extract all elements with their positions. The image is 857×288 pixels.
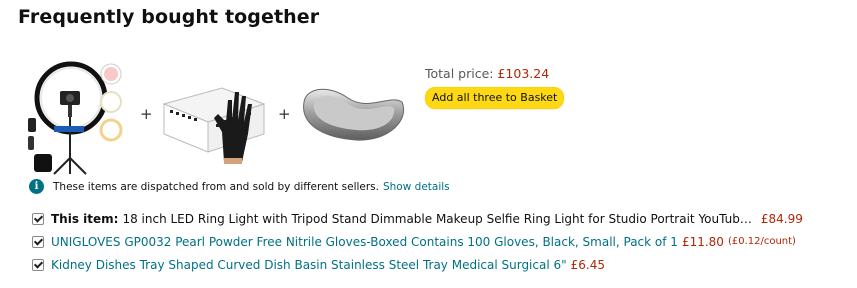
item-checkbox[interactable] [32, 258, 44, 271]
this-item-label: This item: [51, 211, 119, 226]
product-images: + + [26, 58, 426, 178]
section-title: Frequently bought together [18, 6, 320, 28]
bundle-item: This item: 18 inch LED Ring Light with T… [32, 207, 803, 230]
item-price: £84.99 [760, 211, 803, 226]
item-checkbox[interactable] [32, 212, 44, 225]
item-checkbox[interactable] [32, 235, 44, 248]
item-title-link[interactable]: UNIGLOVES GP0032 Pearl Powder Free Nitri… [51, 235, 678, 249]
sellers-notice: i These items are dispatched from and so… [29, 179, 450, 194]
total-price-value: £103.24 [497, 66, 550, 81]
product-image-ring-light[interactable] [26, 58, 130, 176]
plus-icon: + [278, 105, 291, 123]
item-price: £6.45 [570, 257, 606, 272]
sellers-notice-text: These items are dispatched from and sold… [53, 180, 379, 193]
info-icon: i [29, 179, 44, 194]
add-all-to-basket-button[interactable]: Add all three to Basket [425, 87, 565, 109]
total-price-label: Total price: [425, 66, 494, 81]
bundle-item-list: This item: 18 inch LED Ring Light with T… [32, 207, 803, 276]
bundle-item: Kidney Dishes Tray Shaped Curved Dish Ba… [32, 253, 803, 276]
item-price: £11.80 [681, 234, 724, 249]
bundle-item: UNIGLOVES GP0032 Pearl Powder Free Nitri… [32, 230, 803, 253]
item-title-link[interactable]: Kidney Dishes Tray Shaped Curved Dish Ba… [51, 258, 567, 272]
plus-icon: + [140, 105, 153, 123]
product-image-gloves[interactable] [162, 70, 266, 164]
product-image-kidney-dish[interactable] [298, 80, 408, 150]
item-title: 18 inch LED Ring Light with Tripod Stand… [122, 211, 752, 226]
total-price: Total price: £103.24 [425, 66, 549, 81]
show-details-link[interactable]: Show details [383, 181, 450, 193]
item-unit-price: (£0.12/count) [727, 236, 796, 247]
